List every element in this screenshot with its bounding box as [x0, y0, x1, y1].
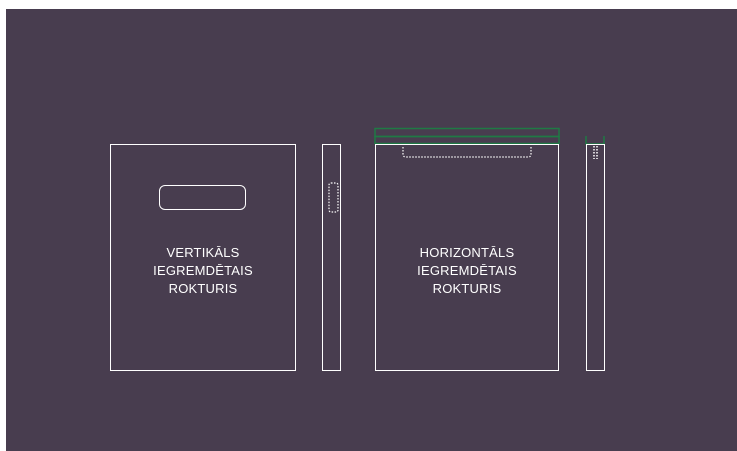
diagram-canvas: VERTIKĀLS IEGREMDĒTAIS ROKTURIS HORIZONT… — [6, 9, 737, 451]
horizontal-side-handle-dotted — [593, 146, 598, 159]
